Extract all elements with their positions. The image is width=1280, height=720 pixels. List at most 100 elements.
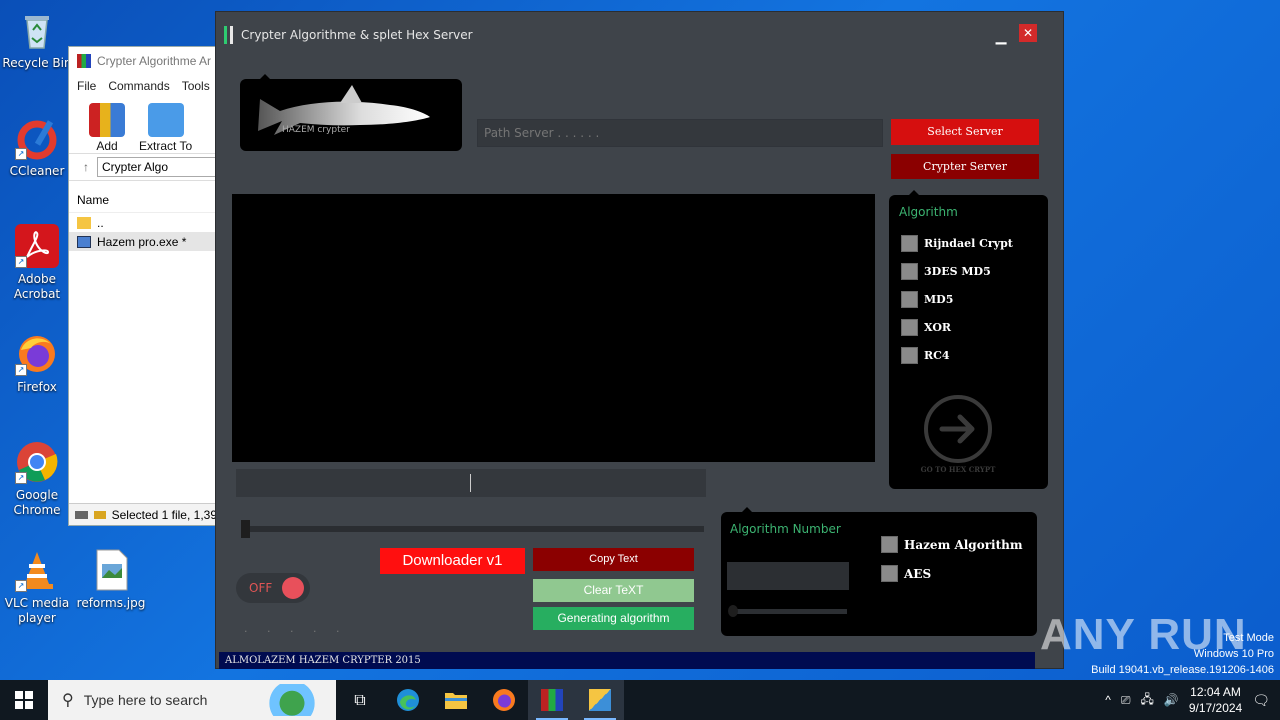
taskbar-edge[interactable] bbox=[384, 680, 432, 720]
shortcut-arrow-icon: ↗ bbox=[15, 580, 27, 592]
menu-file[interactable]: File bbox=[77, 79, 96, 93]
downloader-button[interactable]: Downloader v1 bbox=[380, 548, 525, 574]
checkbox[interactable] bbox=[901, 291, 918, 308]
desktop-icon-label: reforms.jpg bbox=[76, 596, 146, 610]
toggle-label: OFF bbox=[249, 581, 273, 595]
desktop-icon-adobe-acrobat[interactable]: ↗ Adobe Acrobat bbox=[0, 224, 74, 302]
taskbar-crypter[interactable] bbox=[576, 680, 624, 720]
algorithm-number-slider-track[interactable] bbox=[731, 609, 847, 614]
output-textarea[interactable] bbox=[232, 194, 875, 462]
minimize-button[interactable]: ▁ bbox=[991, 24, 1011, 45]
extract-to-button[interactable]: Extract To bbox=[139, 103, 192, 153]
acrobat-icon: ↗ bbox=[15, 224, 59, 268]
desktop-icon-ccleaner[interactable]: ↗ CCleaner bbox=[0, 116, 74, 179]
algo-option-md5[interactable]: MD5 bbox=[901, 291, 953, 308]
desktop-icon-reforms-jpg[interactable]: reforms.jpg bbox=[74, 548, 148, 611]
taskbar-file-explorer[interactable] bbox=[432, 680, 480, 720]
chevron-up-icon[interactable]: ^ bbox=[1105, 693, 1111, 707]
crypter-server-button[interactable]: Crypter Server bbox=[891, 154, 1039, 179]
checkbox[interactable] bbox=[901, 263, 918, 280]
taskbar-firefox[interactable] bbox=[480, 680, 528, 720]
list-item[interactable]: .. bbox=[69, 213, 217, 232]
up-arrow-icon[interactable]: ↑ bbox=[83, 160, 89, 174]
desktop-icon-label: Firefox bbox=[17, 380, 57, 394]
algo-option-label: Rijndael Crypt bbox=[924, 237, 1013, 250]
logo-panel: HAZEM crypter bbox=[240, 79, 462, 151]
winrar-titlebar[interactable]: Crypter Algorithme Ar bbox=[69, 47, 217, 75]
algorithm-number-title: Algorithm Number bbox=[730, 522, 841, 536]
notifications-icon[interactable]: 🗨 bbox=[1252, 692, 1270, 709]
add-label: Add bbox=[96, 139, 118, 153]
os-info-line: Windows 10 Pro bbox=[1193, 648, 1274, 660]
checkbox[interactable] bbox=[881, 536, 898, 553]
taskbar: ⚲ Type here to search ⧉ ^ ⎚ 🖧 🔊 12:04 AM… bbox=[0, 680, 1280, 720]
taskbar-winrar[interactable] bbox=[528, 680, 576, 720]
path-server-input[interactable] bbox=[477, 119, 883, 147]
chrome-icon: ↗ bbox=[15, 440, 59, 484]
ccleaner-icon: ↗ bbox=[15, 116, 59, 160]
algo-option-xor[interactable]: XOR bbox=[901, 319, 951, 336]
file-name: .. bbox=[97, 215, 104, 230]
dots-indicator: . . . . . bbox=[244, 622, 348, 635]
task-view-button[interactable]: ⧉ bbox=[336, 680, 384, 720]
desktop-icon-label: Recycle Bin bbox=[2, 56, 72, 70]
winrar-window[interactable]: Crypter Algorithme Ar File Commands Tool… bbox=[68, 46, 218, 526]
checkbox[interactable] bbox=[901, 235, 918, 252]
list-item[interactable]: Hazem pro.exe * bbox=[69, 232, 217, 251]
checkbox[interactable] bbox=[901, 347, 918, 364]
algorithm-number-input[interactable] bbox=[727, 562, 849, 590]
menu-tools[interactable]: Tools bbox=[182, 79, 210, 93]
option-hazem-algorithm[interactable]: Hazem Algorithm bbox=[881, 536, 1023, 553]
os-info-line: Build 19041.vb_release.191206-1406 bbox=[1091, 664, 1274, 676]
desktop-icon-google-chrome[interactable]: ↗ Google Chrome bbox=[0, 440, 74, 518]
shortcut-arrow-icon: ↗ bbox=[15, 148, 27, 160]
desktop-icon-vlc[interactable]: ↗ VLC media player bbox=[0, 548, 74, 626]
column-header-name[interactable]: Name bbox=[69, 189, 217, 213]
desktop-icon-firefox[interactable]: ↗ Firefox bbox=[0, 332, 74, 395]
go-to-hex-crypt-button[interactable]: GO TO HEX CRYPT bbox=[919, 395, 997, 475]
checkbox[interactable] bbox=[881, 565, 898, 582]
shortcut-arrow-icon: ↗ bbox=[15, 256, 27, 268]
clear-text-button[interactable]: Clear TeXT bbox=[533, 579, 694, 602]
winrar-path-field[interactable]: Crypter Algo bbox=[97, 157, 217, 177]
winrar-pathbar: ↑ Crypter Algo bbox=[69, 153, 217, 181]
drive-icon bbox=[75, 510, 89, 519]
app-titlebar[interactable]: Crypter Algorithme & splet Hex Server bbox=[216, 12, 1063, 58]
main-slider-track[interactable] bbox=[246, 526, 704, 532]
crypter-window[interactable]: Crypter Algorithme & splet Hex Server ▁ … bbox=[215, 11, 1064, 669]
network-icon[interactable]: 🖧 bbox=[1140, 690, 1153, 711]
app-title: Crypter Algorithme & splet Hex Server bbox=[241, 28, 473, 42]
checkbox[interactable] bbox=[901, 319, 918, 336]
off-toggle[interactable]: OFF bbox=[236, 573, 310, 603]
algo-option-3des-md5[interactable]: 3DES MD5 bbox=[901, 263, 991, 280]
search-icon: ⚲ bbox=[62, 692, 74, 709]
network-device-icon[interactable]: ⎚ bbox=[1121, 693, 1131, 708]
folder-icon bbox=[445, 693, 467, 709]
algorithm-number-slider-thumb[interactable] bbox=[728, 605, 738, 617]
algo-option-label: RC4 bbox=[924, 349, 950, 362]
algo-option-label: MD5 bbox=[924, 293, 954, 306]
volume-icon[interactable]: 🔊 bbox=[1164, 693, 1179, 707]
close-button[interactable]: ✕ bbox=[1019, 24, 1037, 42]
copy-text-button[interactable]: Copy Text bbox=[533, 548, 694, 571]
extract-folder-icon bbox=[147, 103, 184, 137]
desktop-icon-recycle-bin[interactable]: Recycle Bin bbox=[0, 8, 74, 71]
winrar-statusbar: Selected 1 file, 1,39 bbox=[69, 503, 217, 525]
search-highlight-icon bbox=[268, 684, 328, 716]
add-button[interactable]: Add bbox=[89, 103, 125, 153]
algo-option-rijndael[interactable]: Rijndael Crypt bbox=[901, 235, 1013, 252]
key-input[interactable] bbox=[236, 469, 706, 497]
algo-option-rc4[interactable]: RC4 bbox=[901, 347, 950, 364]
option-aes[interactable]: AES bbox=[881, 565, 931, 582]
select-server-button[interactable]: Select Server bbox=[891, 119, 1039, 145]
clock[interactable]: 12:04 AM 9/17/2024 bbox=[1189, 684, 1242, 716]
firefox-icon: ↗ bbox=[15, 332, 59, 376]
desktop-icon-label: VLC media player bbox=[4, 596, 70, 625]
taskbar-search[interactable]: ⚲ Type here to search bbox=[48, 680, 336, 720]
main-slider-thumb[interactable] bbox=[241, 520, 250, 538]
start-button[interactable] bbox=[0, 680, 48, 720]
generating-algorithm-button[interactable]: Generating algorithm bbox=[533, 607, 694, 630]
system-tray: ^ ⎚ 🖧 🔊 12:04 AM 9/17/2024 🗨 bbox=[1105, 680, 1280, 720]
toggle-knob bbox=[282, 577, 304, 599]
menu-commands[interactable]: Commands bbox=[108, 79, 169, 93]
